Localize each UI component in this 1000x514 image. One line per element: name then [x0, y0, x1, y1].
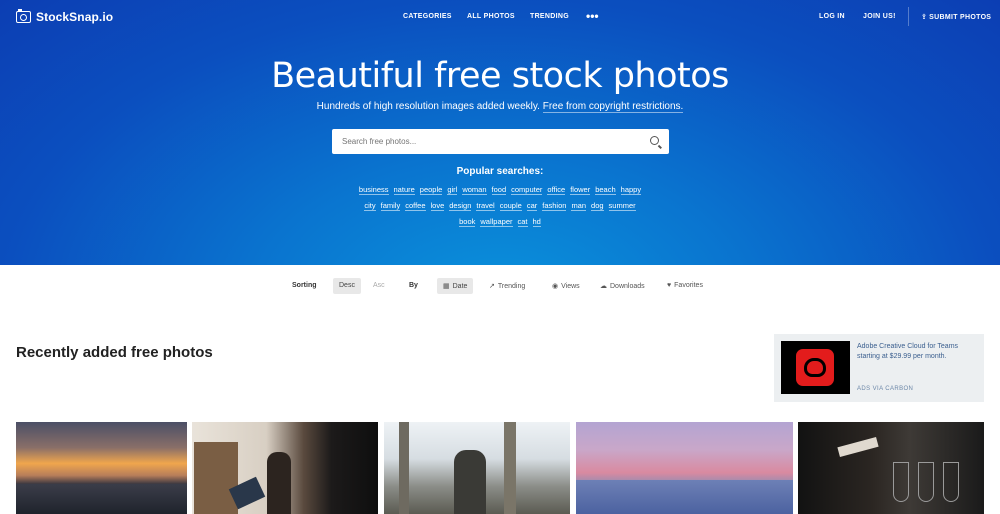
person-figure	[267, 452, 291, 514]
submit-photos-label: SUBMIT PHOTOS	[929, 13, 992, 21]
submit-photos-button[interactable]: ⇪ SUBMIT PHOTOS	[921, 13, 992, 22]
tag-link[interactable]: office	[547, 185, 566, 195]
sorting-bar: Sorting Desc Asc By ▦ Date ↗ Trending ◉ …	[0, 278, 1000, 294]
photo-thumbnail[interactable]	[576, 422, 793, 514]
tag-link[interactable]: happy	[620, 185, 642, 195]
popular-tags-row-2: city family coffee love design travel couple ca…	[0, 201, 1000, 211]
section-title: Recently added free photos	[16, 344, 213, 361]
nav-divider	[908, 7, 909, 26]
nav-join[interactable]: JOIN US!	[863, 13, 896, 20]
sort-trending-label: Trending	[497, 282, 526, 290]
wine-glass	[943, 462, 959, 502]
photo-thumbnail[interactable]	[16, 422, 187, 514]
tag-link[interactable]: woman	[462, 185, 487, 195]
photo-thumbnail[interactable]	[192, 422, 378, 514]
tag-link[interactable]: man	[571, 201, 587, 211]
sort-asc-button[interactable]: Asc	[367, 278, 391, 294]
tag-link[interactable]: nature	[393, 185, 415, 195]
tag-link[interactable]: coffee	[405, 201, 426, 211]
sort-downloads-button[interactable]: ☁ Downloads	[600, 282, 645, 291]
sort-favorites-button[interactable]: ♥ Favorites	[667, 282, 703, 289]
sort-desc-button[interactable]: Desc	[333, 278, 361, 294]
search-icon[interactable]	[650, 136, 659, 145]
tag-link[interactable]: travel	[476, 201, 495, 211]
carbon-ad[interactable]: Adobe Creative Cloud for Teams starting …	[774, 334, 984, 402]
city-skyline	[16, 484, 187, 514]
popular-tags-row-3: book wallpaper cat hd	[0, 217, 1000, 227]
sort-views-label: Views	[561, 282, 580, 290]
tag-link[interactable]: fashion	[542, 201, 567, 211]
sea	[576, 480, 793, 514]
tag-link[interactable]: car	[526, 201, 538, 211]
nav-all-photos[interactable]: ALL PHOTOS	[467, 13, 515, 20]
tag-link[interactable]: girl	[447, 185, 458, 195]
nav-login[interactable]: LOG IN	[819, 13, 845, 20]
photo-thumbnail[interactable]	[384, 422, 570, 514]
sort-views-button[interactable]: ◉ Views	[552, 282, 580, 291]
bottle-pour	[837, 436, 879, 458]
calendar-icon: ▦	[443, 283, 450, 290]
tag-link[interactable]: food	[491, 185, 507, 195]
camera-icon	[16, 9, 31, 23]
hero-banner: StockSnap.io CATEGORIES ALL PHOTOS TREND…	[0, 0, 1000, 265]
creative-cloud-logo-icon	[796, 349, 834, 386]
search-input[interactable]	[332, 129, 632, 154]
photo-thumbnail[interactable]	[798, 422, 984, 514]
ad-text[interactable]: Adobe Creative Cloud for Teams starting …	[857, 342, 977, 362]
hero-subtitle: Hundreds of high resolution images added…	[0, 101, 1000, 113]
eye-icon: ◉	[552, 283, 559, 290]
tag-link[interactable]: wallpaper	[480, 217, 513, 227]
upload-icon: ⇪	[921, 14, 928, 21]
top-navbar: StockSnap.io CATEGORIES ALL PHOTOS TREND…	[0, 0, 1000, 34]
cloud-download-icon: ☁	[600, 283, 607, 290]
creative-cloud-mark	[804, 358, 826, 377]
sort-favorites-label: Favorites	[674, 282, 703, 289]
popular-searches-title: Popular searches:	[456, 166, 544, 177]
ad-via-label[interactable]: ADS VIA CARBON	[857, 386, 913, 392]
tag-link[interactable]: beach	[595, 185, 616, 195]
tag-link[interactable]: flower	[570, 185, 591, 195]
ad-image[interactable]	[781, 341, 850, 394]
sort-by-label: By	[409, 282, 418, 289]
search-bar	[332, 129, 669, 154]
tag-link[interactable]: summer	[608, 201, 636, 211]
tag-link[interactable]: family	[380, 201, 401, 211]
popular-tags-row-1: business nature people girl woman food compute…	[0, 185, 1000, 195]
palm-trunk	[399, 422, 409, 514]
tag-link[interactable]: dog	[591, 201, 604, 211]
hero-title: Beautiful free stock photos	[271, 56, 729, 96]
bookshelf	[194, 442, 238, 514]
more-menu-icon[interactable]: •••	[586, 9, 599, 23]
wine-glass	[918, 462, 934, 502]
tag-link[interactable]: love	[430, 201, 445, 211]
nav-categories[interactable]: CATEGORIES	[403, 13, 452, 20]
tag-link[interactable]: hd	[532, 217, 541, 227]
tag-link[interactable]: business	[358, 185, 389, 195]
brand-logo[interactable]: StockSnap.io	[16, 9, 114, 24]
sort-date-button[interactable]: ▦ Date	[437, 278, 474, 294]
copyright-link[interactable]: Free from copyright restrictions.	[542, 101, 684, 113]
tag-link[interactable]: people	[419, 185, 443, 195]
nav-trending[interactable]: TRENDING	[530, 13, 569, 20]
brand-name: StockSnap.io	[36, 10, 114, 24]
palm-trunk	[504, 422, 516, 514]
photographer-figure	[454, 450, 486, 514]
tag-link[interactable]: design	[449, 201, 472, 211]
tag-link[interactable]: book	[459, 217, 476, 227]
sort-downloads-label: Downloads	[610, 282, 645, 290]
tag-link[interactable]: city	[364, 201, 376, 211]
trend-line-icon: ↗	[489, 283, 495, 290]
heart-icon: ♥	[667, 282, 672, 289]
tag-link[interactable]: cat	[517, 217, 528, 227]
tag-link[interactable]: couple	[499, 201, 522, 211]
wine-glass	[893, 462, 909, 502]
hero-subtitle-text: Hundreds of high resolution images added…	[316, 101, 540, 112]
sort-trending-button[interactable]: ↗ Trending	[489, 282, 526, 291]
tag-link[interactable]: computer	[511, 185, 543, 195]
sorting-label: Sorting	[292, 282, 317, 289]
sort-date-label: Date	[452, 282, 468, 290]
